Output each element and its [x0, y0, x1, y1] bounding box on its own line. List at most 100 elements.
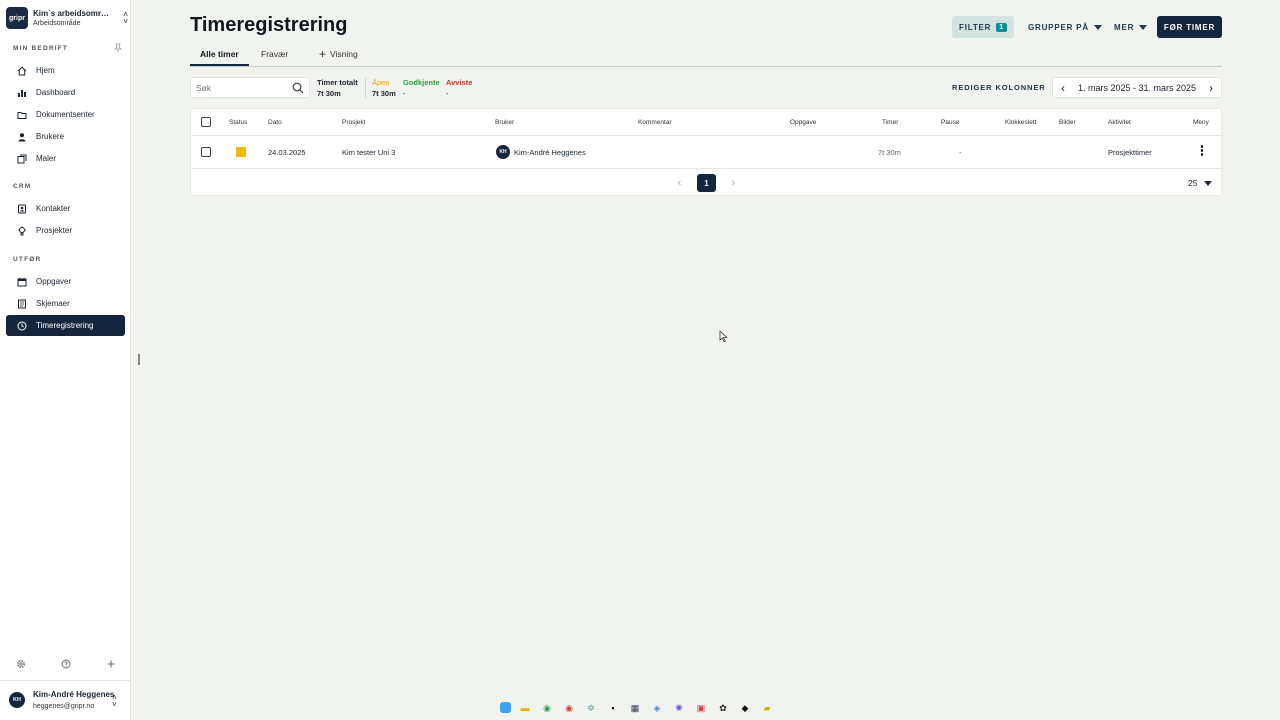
stat-rejected[interactable]: Avviste - — [446, 77, 472, 99]
chrome-icon[interactable]: ◉ — [561, 700, 577, 716]
sidebar-item-oppgaver[interactable]: Oppgaver — [6, 271, 125, 292]
chevron-right-icon[interactable]: › — [1209, 81, 1213, 95]
pin-icon[interactable] — [113, 43, 123, 53]
row-checkbox[interactable] — [201, 147, 211, 157]
chrome-icon[interactable]: ◉ — [539, 700, 555, 716]
date-range-picker[interactable]: ‹ 1. mars 2025 - 31. mars 2025 › — [1052, 77, 1222, 98]
avatar: KH — [9, 692, 25, 708]
sidebar-item-dokumentsenter[interactable]: Dokumentsenter — [6, 104, 125, 125]
select-all-checkbox[interactable] — [201, 117, 211, 127]
sidebar-item-skjemaer[interactable]: Skjemaer — [6, 293, 125, 314]
plus-icon: + — [319, 46, 327, 61]
notion-icon[interactable]: ▪ — [605, 700, 621, 716]
search-input[interactable] — [196, 81, 286, 95]
chatgpt-icon[interactable]: ✿ — [715, 700, 731, 716]
app-icon[interactable]: ◆ — [737, 700, 753, 716]
pdf-icon[interactable]: ▣ — [693, 700, 709, 716]
status-indicator — [236, 147, 246, 157]
folder-icon — [17, 111, 27, 119]
user-name: Kim-André Heggenes — [33, 690, 115, 699]
sidebar-item-brukere[interactable]: Brukere — [6, 126, 125, 147]
user-menu[interactable]: KH Kim-André Heggenes heggenes@gripr.no … — [0, 680, 131, 720]
add-icon[interactable] — [106, 659, 116, 669]
cell-date: 24.03.2025 — [268, 148, 306, 157]
slack-icon[interactable]: ✲ — [583, 700, 599, 716]
sidebar-resize-handle[interactable] — [138, 354, 140, 365]
edit-columns-button[interactable]: REDIGER KOLONNER — [952, 83, 1046, 92]
tab-alle-timer[interactable]: Alle timer — [190, 49, 249, 66]
add-hours-button[interactable]: FØR TIMER — [1157, 16, 1222, 38]
cell-activity: Prosjekttimer — [1108, 148, 1152, 157]
chevron-left-icon[interactable]: ‹ — [1061, 81, 1065, 95]
sidebar-item-label: Maler — [36, 154, 57, 163]
column-header[interactable]: Bilder — [1059, 119, 1076, 126]
stat-approved[interactable]: Godkjente - — [403, 77, 440, 99]
file-explorer-icon[interactable]: ▬ — [517, 700, 533, 716]
cell-pause: - — [959, 148, 962, 157]
divider — [365, 78, 366, 98]
stat-total: Timer totalt 7t 30m — [317, 77, 358, 99]
settings-icon[interactable] — [16, 659, 26, 669]
caret-down-icon — [1204, 180, 1213, 186]
chevron-updown-icon: ˄ ˅ — [112, 693, 117, 709]
sidebar-item-label: Dashboard — [36, 88, 76, 97]
page-button-current[interactable]: 1 — [697, 174, 716, 192]
stat-label: Åpen — [372, 78, 390, 87]
cell-project[interactable]: Kim tester Uni 3 — [342, 148, 395, 157]
windows-start-icon[interactable] — [500, 702, 511, 713]
column-header[interactable]: Status — [229, 119, 247, 126]
notes-icon[interactable]: ▰ — [759, 700, 775, 716]
column-header[interactable]: Timer — [882, 119, 898, 126]
sidebar-item-hjem[interactable]: Hjem — [6, 60, 125, 81]
workspace-switcher[interactable]: gripr Kim`s arbeidsområd... Arbeidsområd… — [6, 6, 128, 30]
next-page-icon[interactable]: › — [724, 174, 743, 192]
column-header[interactable]: Klokkeslett — [1005, 119, 1036, 126]
column-header[interactable]: Kommentar — [638, 119, 672, 126]
column-header[interactable]: Dato — [268, 119, 282, 126]
row-menu-icon[interactable] — [1200, 145, 1204, 157]
stat-value: 7t 30m — [317, 89, 341, 98]
app-icon[interactable]: ◈ — [649, 700, 665, 716]
sidebar-item-maler[interactable]: Maler — [6, 148, 125, 169]
sidebar-item-label: Prosjekter — [36, 226, 73, 235]
project-icon — [18, 226, 26, 235]
app-icon[interactable]: ✺ — [671, 700, 687, 716]
column-header[interactable]: Aktivitet — [1108, 119, 1131, 126]
tab-fravaer[interactable]: Fravær — [261, 49, 288, 59]
column-header[interactable]: Pause — [941, 119, 959, 126]
rows-per-page-select[interactable]: 25 — [1188, 178, 1213, 188]
stat-value: - — [403, 89, 406, 98]
search-icon[interactable] — [292, 82, 304, 94]
sidebar-item-timeregistrering[interactable]: Timeregistrering — [6, 315, 125, 336]
chevron-updown-icon: ˄ ˅ — [123, 10, 128, 26]
mouse-cursor-icon — [719, 330, 728, 342]
date-range-label[interactable]: 1. mars 2025 - 31. mars 2025 — [1078, 83, 1196, 93]
column-header[interactable]: Bruker — [495, 119, 514, 126]
search-box[interactable] — [190, 77, 310, 98]
stat-open[interactable]: Åpen 7t 30m — [372, 77, 396, 99]
caret-down-icon — [1139, 24, 1148, 30]
help-icon[interactable] — [61, 659, 71, 669]
column-header[interactable]: Oppgave — [790, 119, 816, 126]
filter-button[interactable]: FILTER 1 — [952, 16, 1014, 38]
user-email: heggenes@gripr.no — [33, 703, 95, 710]
time-entries-table: Status Dato Prosjekt Bruker Kommentar Op… — [190, 108, 1222, 196]
rows-per-page-value: 25 — [1188, 178, 1198, 188]
sidebar-item-kontakter[interactable]: Kontakter — [6, 198, 125, 219]
more-button[interactable]: MER — [1114, 16, 1148, 38]
sidebar-item-label: Dokumentsenter — [36, 110, 95, 119]
workspace-name: Kim`s arbeidsområd... — [33, 9, 111, 18]
section-min-bedrift: MIN BEDRIFT — [13, 45, 69, 52]
sidebar-item-dashboard[interactable]: Dashboard — [6, 82, 125, 103]
group-by-button[interactable]: GRUPPER PÅ — [1028, 16, 1102, 38]
calculator-icon[interactable]: ▦ — [627, 700, 643, 716]
divider — [191, 135, 1221, 136]
caret-down-icon — [1093, 24, 1102, 30]
page-title: Timeregistrering — [190, 14, 348, 36]
stat-label: Timer totalt — [317, 78, 358, 87]
prev-page-icon[interactable]: ‹ — [670, 174, 689, 192]
sidebar-item-prosjekter[interactable]: Prosjekter — [6, 220, 125, 241]
section-crm: CRM — [13, 183, 32, 190]
tab-add-view[interactable]: + Visning — [319, 46, 358, 61]
column-header[interactable]: Prosjekt — [342, 119, 365, 126]
